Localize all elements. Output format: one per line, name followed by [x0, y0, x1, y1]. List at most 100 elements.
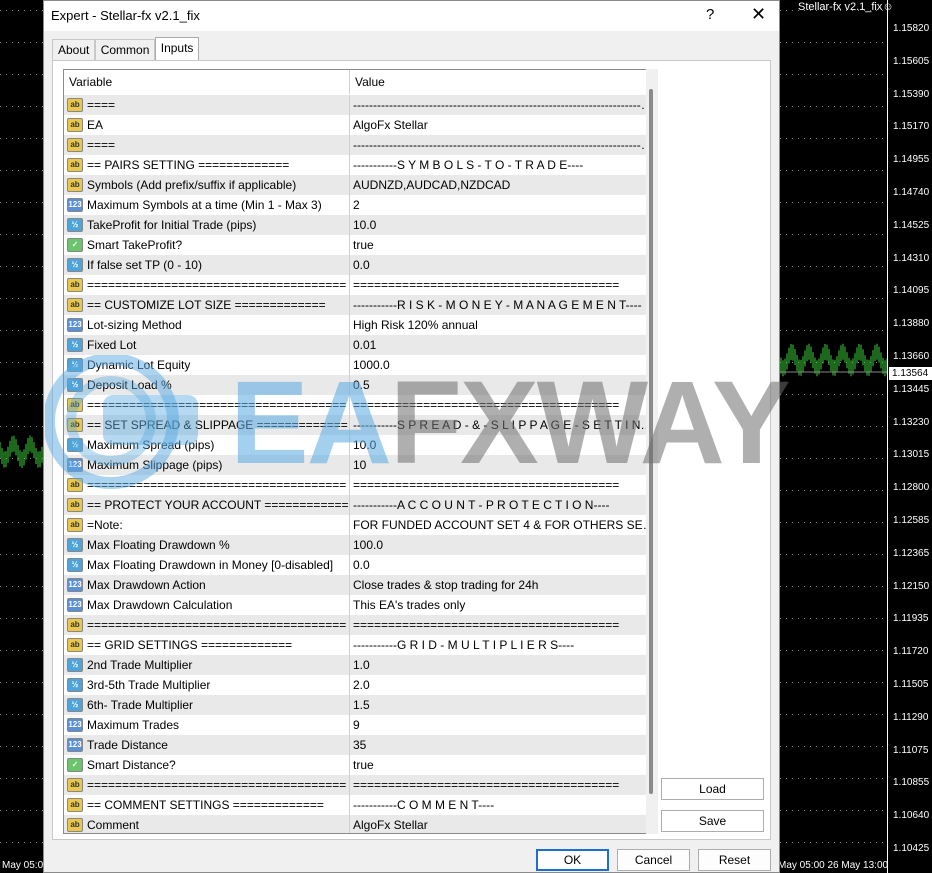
variable-cell[interactable]: 123 Maximum Symbols at a time (Min 1 - Ma…: [64, 195, 350, 215]
input-row[interactable]: ½ Max Floating Drawdown in Money [0-disab…: [64, 555, 655, 575]
close-icon[interactable]: ✕: [751, 4, 766, 25]
variable-cell[interactable]: ab == COMMENT SETTINGS =============: [64, 795, 350, 815]
variable-cell[interactable]: ab =====================================: [64, 275, 350, 295]
input-row[interactable]: 123 Maximum Symbols at a time (Min 1 - Ma…: [64, 195, 655, 215]
save-button[interactable]: Save: [661, 810, 764, 832]
value-cell[interactable]: -----------S Y M B O L S - T O - T R A D…: [350, 158, 655, 172]
input-row[interactable]: ab Symbols (Add prefix/suffix if applicab…: [64, 175, 655, 195]
input-row[interactable]: ½ Fixed Lot 0.01: [64, 335, 655, 355]
value-cell[interactable]: -----------C O M M E N T----: [350, 798, 655, 812]
value-cell[interactable]: 1.0: [350, 658, 655, 672]
input-row[interactable]: ½ Maximum Spread (pips) 10.0: [64, 435, 655, 455]
variable-cell[interactable]: 123 Max Drawdown Action: [64, 575, 350, 595]
scroll-thumb[interactable]: [649, 89, 653, 794]
value-cell[interactable]: ======================================: [350, 778, 655, 792]
input-row[interactable]: ab == SET SPREAD & SLIPPAGE =============…: [64, 415, 655, 435]
variable-cell[interactable]: ab Comment: [64, 815, 350, 833]
input-row[interactable]: 123 Max Drawdown Action Close trades & sto…: [64, 575, 655, 595]
input-row[interactable]: ½ TakeProfit for Initial Trade (pips) 10.0: [64, 215, 655, 235]
value-cell[interactable]: ======================================: [350, 478, 655, 492]
variable-cell[interactable]: ab =Note:: [64, 515, 350, 535]
tab-common[interactable]: Common: [94, 39, 156, 60]
value-cell[interactable]: 100.0: [350, 538, 655, 552]
value-cell[interactable]: ======================================: [350, 398, 655, 412]
value-cell[interactable]: 10: [350, 458, 655, 472]
variable-cell[interactable]: ab =====================================: [64, 615, 350, 635]
input-row[interactable]: ½ 6th- Trade Multiplier 1.5: [64, 695, 655, 715]
header-variable[interactable]: Variable: [64, 70, 350, 94]
variable-cell[interactable]: ab == PROTECT YOUR ACCOUNT =============: [64, 495, 350, 515]
variable-cell[interactable]: ½ TakeProfit for Initial Trade (pips): [64, 215, 350, 235]
input-row[interactable]: ab ==== ----------------------------------…: [64, 95, 655, 115]
variable-cell[interactable]: ½ Max Floating Drawdown in Money [0-disab…: [64, 555, 350, 575]
variable-cell[interactable]: ab == GRID SETTINGS =============: [64, 635, 350, 655]
input-row[interactable]: ab ===================================== =…: [64, 275, 655, 295]
value-cell[interactable]: 2.0: [350, 678, 655, 692]
value-cell[interactable]: 1.5: [350, 698, 655, 712]
cancel-button[interactable]: Cancel: [617, 849, 690, 871]
value-cell[interactable]: This EA's trades only: [350, 598, 655, 612]
input-row[interactable]: ½ 3rd-5th Trade Multiplier 2.0: [64, 675, 655, 695]
variable-cell[interactable]: ab ====: [64, 95, 350, 115]
variable-cell[interactable]: ½ Max Floating Drawdown %: [64, 535, 350, 555]
value-cell[interactable]: true: [350, 758, 655, 772]
value-cell[interactable]: 10.0: [350, 438, 655, 452]
variable-cell[interactable]: ✓ Smart TakeProfit?: [64, 235, 350, 255]
value-cell[interactable]: 0.0: [350, 558, 655, 572]
help-icon[interactable]: ?: [706, 6, 714, 23]
variable-cell[interactable]: ✓ Smart Distance?: [64, 755, 350, 775]
variable-cell[interactable]: 123 Max Drawdown Calculation: [64, 595, 350, 615]
variable-cell[interactable]: 123 Lot-sizing Method: [64, 315, 350, 335]
value-cell[interactable]: AlgoFx Stellar: [350, 118, 655, 132]
variable-cell[interactable]: ½ Fixed Lot: [64, 335, 350, 355]
vertical-scrollbar[interactable]: [646, 69, 658, 834]
input-row[interactable]: ✓ Smart Distance? true: [64, 755, 655, 775]
variable-cell[interactable]: ab =====================================: [64, 775, 350, 795]
load-button[interactable]: Load: [661, 778, 764, 800]
input-row[interactable]: ab == PAIRS SETTING ============= --------…: [64, 155, 655, 175]
value-cell[interactable]: -----------S P R E A D - & - S L I P P A…: [350, 418, 655, 432]
reset-button[interactable]: Reset: [698, 849, 771, 871]
value-cell[interactable]: 1000.0: [350, 358, 655, 372]
input-row[interactable]: ab == CUSTOMIZE LOT SIZE ============= ---…: [64, 295, 655, 315]
value-cell[interactable]: AlgoFx Stellar: [350, 818, 655, 832]
input-row[interactable]: ab ==== ----------------------------------…: [64, 135, 655, 155]
input-row[interactable]: ✓ Smart TakeProfit? true: [64, 235, 655, 255]
input-row[interactable]: 123 Max Drawdown Calculation This EA's tra…: [64, 595, 655, 615]
value-cell[interactable]: High Risk 120% annual: [350, 318, 655, 332]
header-value[interactable]: Value: [350, 70, 655, 94]
variable-cell[interactable]: ab == CUSTOMIZE LOT SIZE =============: [64, 295, 350, 315]
variable-cell[interactable]: ab EA: [64, 115, 350, 135]
value-cell[interactable]: -----------R I S K - M O N E Y - M A N A…: [350, 298, 655, 312]
input-row[interactable]: ab == GRID SETTINGS ============= --------…: [64, 635, 655, 655]
input-row[interactable]: ab EA AlgoFx Stellar: [64, 115, 655, 135]
title-bar[interactable]: Expert - Stellar-fx v2.1_fix ? ✕: [44, 1, 779, 31]
variable-cell[interactable]: 123 Trade Distance: [64, 735, 350, 755]
input-row[interactable]: ½ Dynamic Lot Equity 1000.0: [64, 355, 655, 375]
input-row[interactable]: 123 Trade Distance 35: [64, 735, 655, 755]
value-cell[interactable]: 0.5: [350, 378, 655, 392]
input-row[interactable]: ab == COMMENT SETTINGS ============= -----…: [64, 795, 655, 815]
value-cell[interactable]: ======================================: [350, 278, 655, 292]
value-cell[interactable]: ----------------------------------------…: [350, 98, 655, 112]
value-cell[interactable]: 10.0: [350, 218, 655, 232]
input-row[interactable]: ½ Max Floating Drawdown % 100.0: [64, 535, 655, 555]
value-cell[interactable]: ======================================: [350, 618, 655, 632]
variable-cell[interactable]: ½ If false set TP (0 - 10): [64, 255, 350, 275]
tab-inputs[interactable]: Inputs: [154, 37, 200, 61]
value-cell[interactable]: -----------G R I D - M U L T I P L I E R…: [350, 638, 655, 652]
value-cell[interactable]: 35: [350, 738, 655, 752]
variable-cell[interactable]: ab ====: [64, 135, 350, 155]
variable-cell[interactable]: 123 Maximum Trades: [64, 715, 350, 735]
input-row[interactable]: ab ===================================== =…: [64, 475, 655, 495]
ok-button[interactable]: OK: [536, 849, 609, 871]
variable-cell[interactable]: 123 Maximum Slippage (pips): [64, 455, 350, 475]
variable-cell[interactable]: ab Symbols (Add prefix/suffix if applicab…: [64, 175, 350, 195]
value-cell[interactable]: 2: [350, 198, 655, 212]
value-cell[interactable]: FOR FUNDED ACCOUNT SET 4 & FOR OTHERS SE…: [350, 518, 655, 532]
value-cell[interactable]: 0.0: [350, 258, 655, 272]
input-row[interactable]: 123 Lot-sizing Method High Risk 120% annua…: [64, 315, 655, 335]
input-row[interactable]: 123 Maximum Slippage (pips) 10: [64, 455, 655, 475]
input-row[interactable]: ab ===================================== =…: [64, 775, 655, 795]
value-cell[interactable]: -----------A C C O U N T - P R O T E C T…: [350, 498, 655, 512]
